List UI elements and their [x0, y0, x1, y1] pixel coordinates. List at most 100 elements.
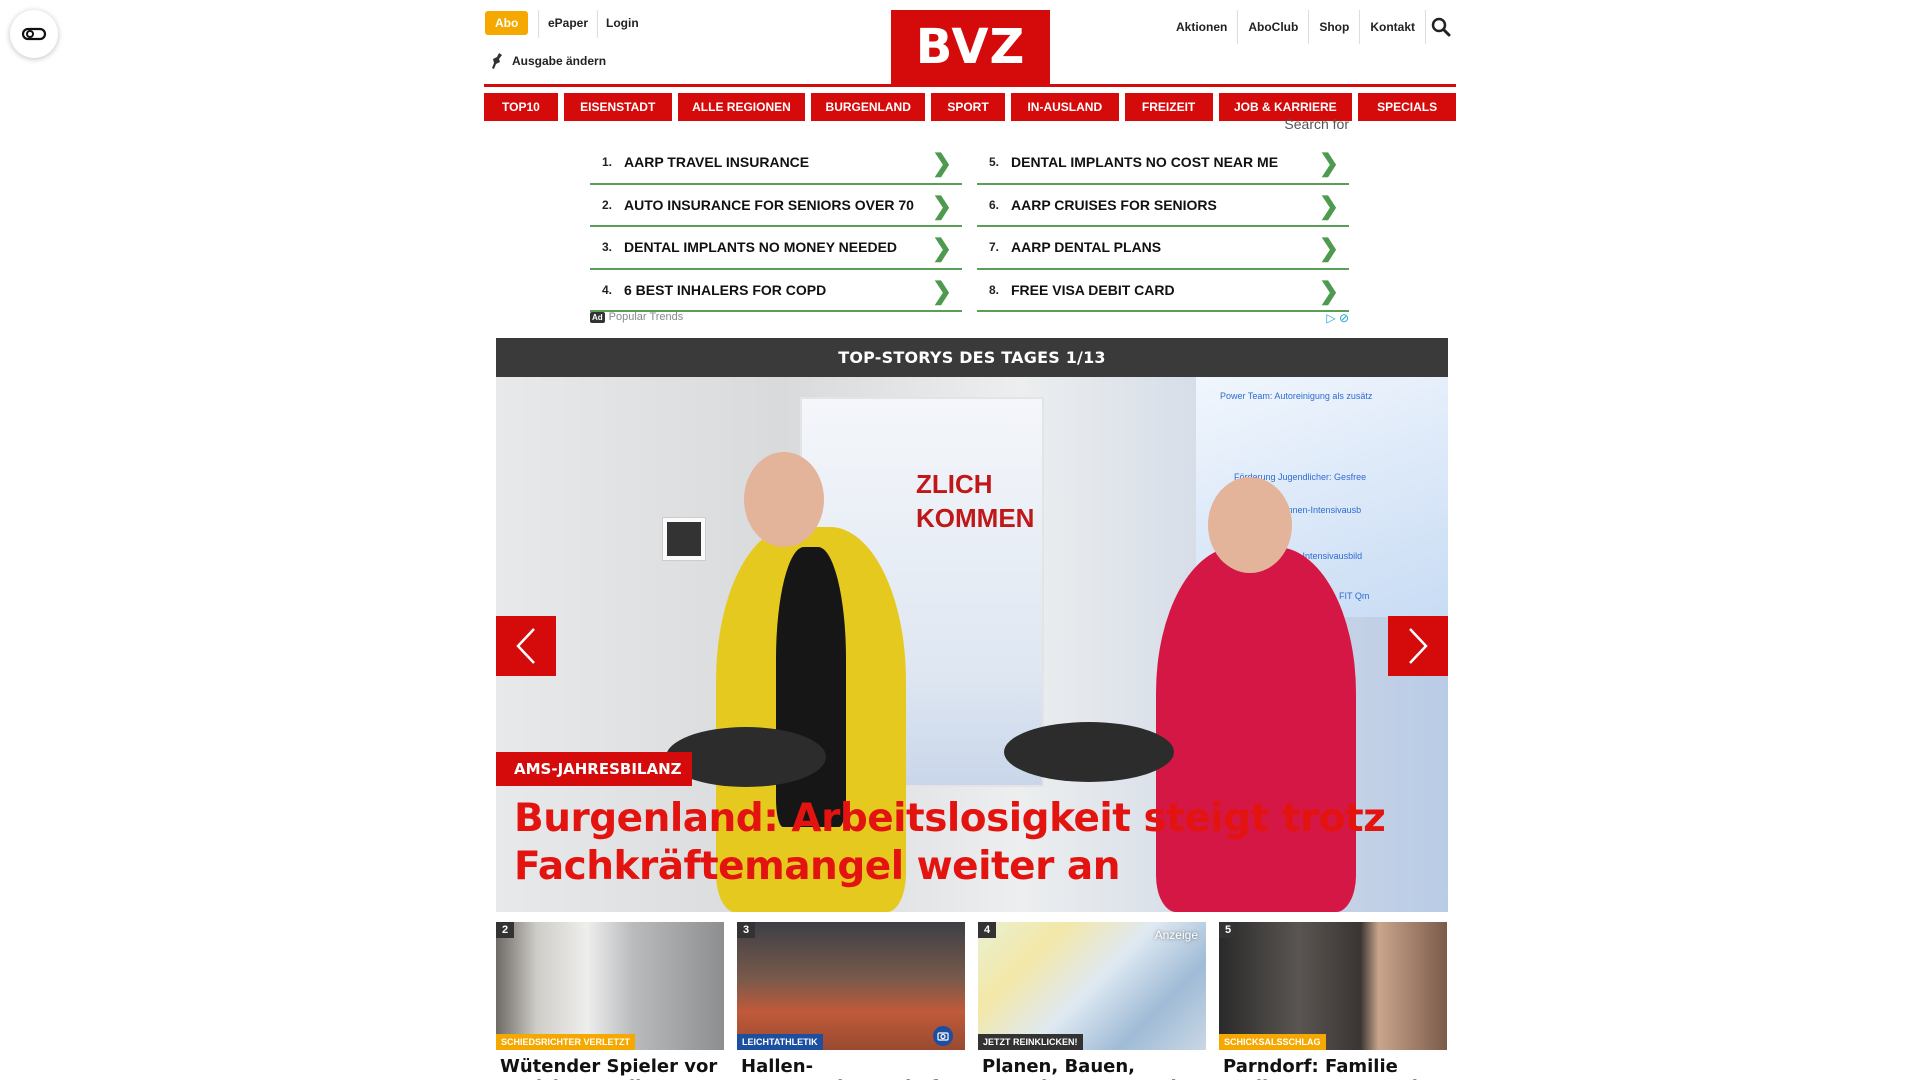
teaser-image: 2 SCHIEDSRICHTER VERLETZT [496, 922, 724, 1050]
ad-link-text: 6 BEST INHALERS FOR COPD [624, 281, 827, 298]
teaser-number: 2 [496, 922, 515, 938]
nav-item-specials[interactable]: SPECIALS [1358, 93, 1456, 121]
ad-link-text: AARP TRAVEL INSURANCE [624, 154, 810, 171]
ad-search-label: Search for [1284, 116, 1349, 132]
teaser-card[interactable]: 2 SCHIEDSRICHTER VERLETZT Wütender Spiel… [496, 922, 724, 1080]
teaser-image: 5 SCHICKSALSSCHLAG [1219, 922, 1447, 1050]
ad-footer-label: Popular Trends [608, 311, 684, 323]
teaser-kicker: JETZT REINKLICKEN! [978, 1034, 1083, 1050]
ad-link-text: AARP CRUISES FOR SENIORS [1011, 196, 1217, 213]
ad-footer: Ad Popular Trends ▷ ⊘ [590, 311, 1349, 325]
aktionen-link[interactable]: Aktionen [1166, 10, 1239, 44]
ad-link-number: 8. [989, 282, 1000, 297]
edition-switch[interactable]: Ausgabe ändern [490, 52, 606, 70]
teaser-kicker: SCHICKSALSSCHLAG [1219, 1034, 1326, 1050]
wall-switch-graphic [663, 518, 705, 560]
camera-icon [933, 1026, 953, 1046]
nav-item-top10[interactable]: TOP10 [484, 93, 558, 121]
banner-text: ZLICH KOMMEN [916, 467, 1034, 535]
ad-column-left: 1. AARP TRAVEL INSURANCE ❯ 2. AUTO INSURANC… [590, 142, 962, 312]
ad-link[interactable]: 6. AARP CRUISES FOR SENIORS ❯ [977, 185, 1349, 227]
accessibility-icon [21, 27, 47, 41]
chevron-left-icon [516, 628, 535, 664]
teaser-number: 3 [737, 922, 756, 938]
teaser-kicker: SCHIEDSRICHTER VERLETZT [496, 1034, 636, 1050]
ad-link-number: 4. [602, 282, 613, 297]
nav-item-sport[interactable]: SPORT [931, 93, 1005, 121]
ad-link-text: DENTAL IMPLANTS NO MONEY NEEDED [624, 239, 898, 256]
ad-link-text: AUTO INSURANCE FOR SENIORS OVER 70 [624, 196, 914, 213]
header-rule [484, 84, 1456, 87]
teaser-card[interactable]: 4 Anzeige JETZT REINKLICKEN! Planen, Bau… [978, 922, 1206, 1080]
chevron-right-icon: ❯ [931, 192, 952, 220]
ad-link[interactable]: 4. 6 BEST INHALERS FOR COPD ❯ [590, 270, 962, 312]
hero-story[interactable]: ZLICH KOMMEN Power Team: Autoreinigung a… [496, 377, 1448, 912]
chevron-right-icon: ❯ [931, 150, 952, 177]
ad-link-number: 7. [989, 240, 1000, 255]
login-link[interactable]: Login [606, 16, 639, 30]
ad-link-number: 2. [602, 197, 613, 212]
nav-item-in-ausland[interactable]: IN-AUSLAND [1010, 93, 1119, 121]
ad-link-number: 3. [602, 240, 613, 255]
chevron-right-icon [1409, 628, 1428, 664]
ad-link[interactable]: 8. FREE VISA DEBIT CARD ❯ [977, 270, 1349, 312]
ad-link[interactable]: 5. DENTAL IMPLANTS NO COST NEAR ME ❯ [977, 142, 1349, 185]
adchoices-icon[interactable]: ▷ ⊘ [1326, 311, 1349, 325]
carousel-prev-button[interactable] [496, 616, 556, 676]
table-graphic [1004, 722, 1174, 782]
nav-item-freizeit[interactable]: FREIZEIT [1124, 93, 1213, 121]
nav-item-burgenland[interactable]: BURGENLAND [811, 93, 926, 121]
aboclub-link[interactable]: AboClub [1238, 10, 1310, 44]
ad-link[interactable]: 7. AARP DENTAL PLANS ❯ [977, 227, 1349, 270]
carousel-next-button[interactable] [1388, 616, 1448, 676]
top-stories-carousel: TOP-STORYS DES TAGES 1/13 ZLICH KOMMEN P… [496, 338, 1448, 912]
divider [538, 10, 539, 38]
teaser-card[interactable]: 5 SCHICKSALSSCHLAG Parndorf: Familie ver… [1219, 922, 1447, 1080]
header-right-links: Aktionen AboClub Shop Kontakt [1166, 10, 1456, 44]
banner-line: ZLICH [916, 469, 993, 499]
person-left-head-graphic [744, 452, 824, 547]
shop-link[interactable]: Shop [1309, 10, 1361, 44]
search-button[interactable] [1426, 10, 1456, 44]
person-right-head-graphic [1208, 477, 1292, 573]
teaser-title: Wütender Spieler vor Gericht: „Weil er m… [500, 1056, 718, 1080]
region-map-icon [492, 53, 502, 69]
teaser-title: Planen, Bauen, Energie sparen - Hier geh… [982, 1056, 1198, 1080]
epaper-link[interactable]: ePaper [548, 16, 588, 30]
teaser-number: 5 [1219, 922, 1238, 938]
ad-link-number: 6. [989, 197, 1000, 212]
hero-headline[interactable]: Burgenland: Arbeitslosigkeit steigt trot… [514, 795, 1414, 891]
ad-link[interactable]: 2. AUTO INSURANCE FOR SENIORS OVER 70 ❯ [590, 185, 962, 227]
teaser-kicker: LEICHTATHLETIK [737, 1034, 823, 1050]
ad-link[interactable]: 1. AARP TRAVEL INSURANCE ❯ [590, 142, 962, 185]
divider [597, 10, 598, 38]
ad-link-number: 1. [602, 155, 613, 170]
ad-link-number: 5. [989, 155, 1000, 170]
teaser-title: Hallen-Staatsmeisterschaften: [741, 1056, 979, 1080]
hero-kicker: AMS-JAHRESBILANZ [496, 752, 692, 786]
bvz-logo[interactable]: BVZ [891, 10, 1050, 84]
screen-text: Power Team: Autoreinigung als zusätz [1220, 391, 1373, 401]
nav-item-alle-regionen[interactable]: ALLE REGIONEN [677, 93, 806, 121]
top-stories-heading: TOP-STORYS DES TAGES 1/13 [496, 338, 1448, 377]
ad-link[interactable]: 3. DENTAL IMPLANTS NO MONEY NEEDED ❯ [590, 227, 962, 270]
ad-link-text: FREE VISA DEBIT CARD [1011, 281, 1175, 298]
site-header: Abo ePaper Login Ausgabe ändern BVZ Akti… [484, 0, 1456, 325]
chevron-right-icon: ❯ [931, 235, 952, 262]
ad-link-text: DENTAL IMPLANTS NO COST NEAR ME [1011, 154, 1279, 171]
chevron-right-icon: ❯ [1318, 235, 1339, 262]
nav-item-eisenstadt[interactable]: EISENSTADT [563, 93, 672, 121]
accessibility-button[interactable] [10, 10, 58, 58]
banner-line: KOMMEN [916, 503, 1035, 533]
search-icon [1431, 17, 1451, 37]
kontakt-link[interactable]: Kontakt [1360, 10, 1426, 44]
teaser-card[interactable]: 3 LEICHTATHLETIK Hallen-Staatsmeistersch… [737, 922, 979, 1080]
teaser-image: 4 Anzeige JETZT REINKLICKEN! [978, 922, 1206, 1050]
edition-label: Ausgabe ändern [512, 54, 607, 68]
abo-button[interactable]: Abo [485, 11, 529, 35]
anzeige-label: Anzeige [1154, 928, 1198, 942]
ad-link-text: AARP DENTAL PLANS [1011, 239, 1162, 256]
person-left-shirt-graphic [776, 547, 846, 827]
teaser-title: Parndorf: Familie verliert Mutter und He… [1223, 1056, 1418, 1080]
chevron-right-icon: ❯ [1318, 192, 1339, 220]
